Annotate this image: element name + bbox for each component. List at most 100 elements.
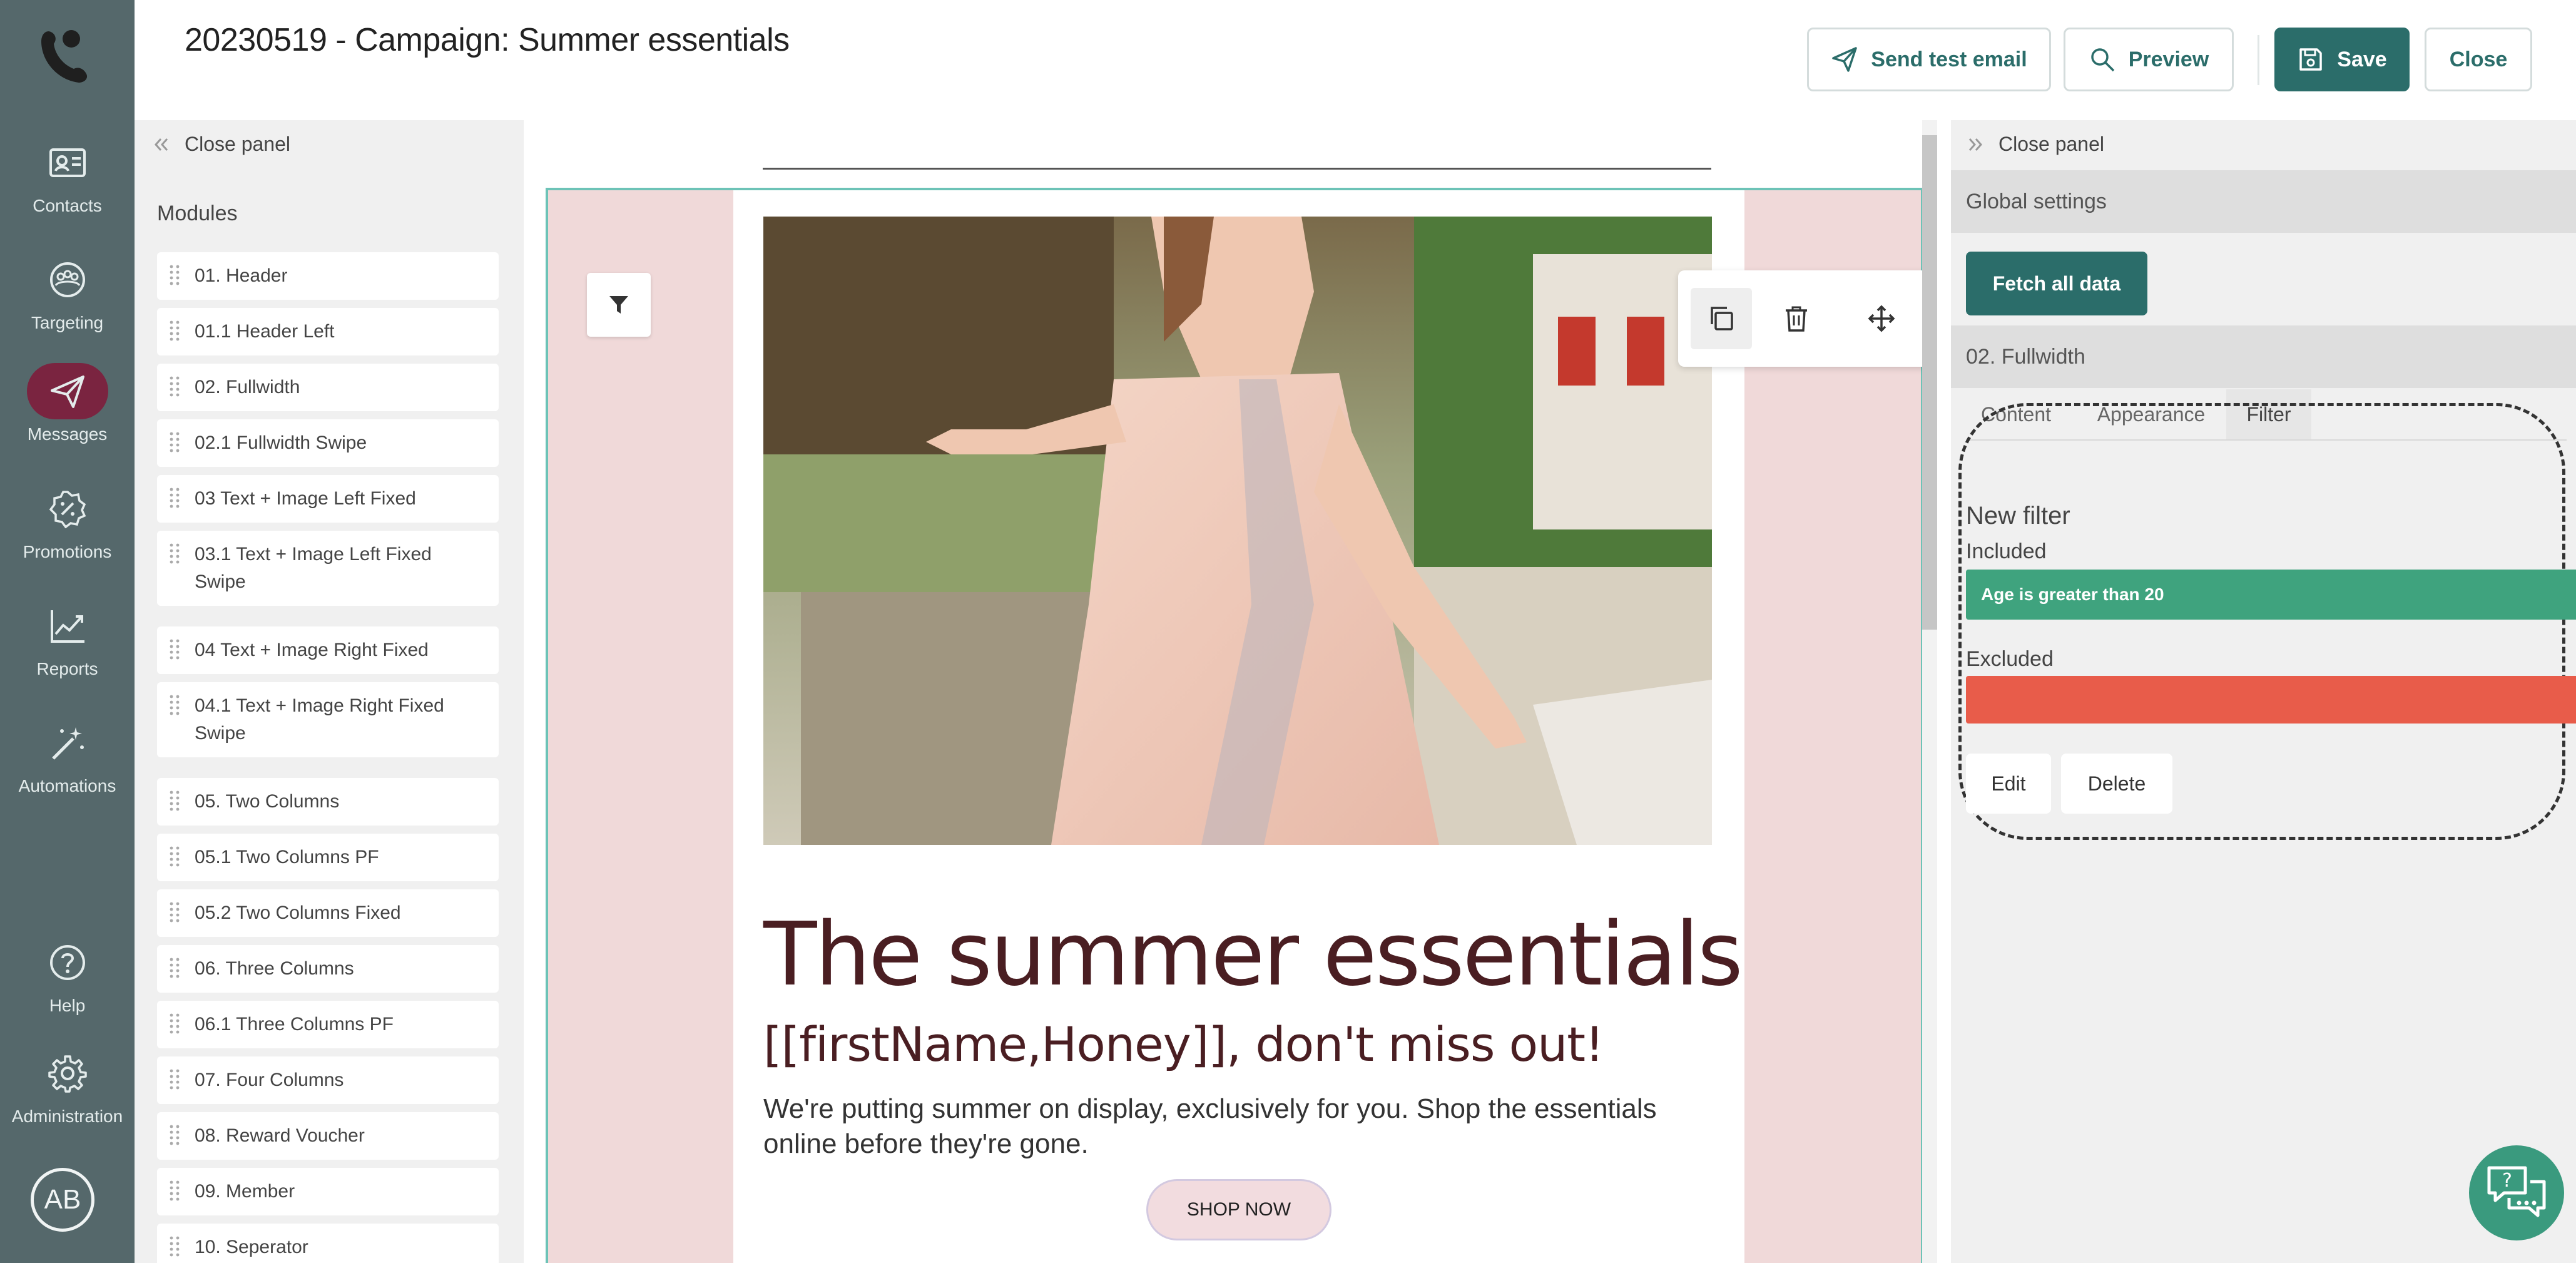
nav-item-help[interactable]: Help <box>0 934 135 1041</box>
included-label: Included <box>1966 539 2047 563</box>
drag-handle-icon[interactable] <box>168 1012 181 1035</box>
top-bar: 20230519 - Campaign: Summer essentials S… <box>135 0 2576 120</box>
email-canvas: The summer essentials [[firstName,Honey]… <box>524 120 1935 1263</box>
module-item[interactable]: 09. Member <box>157 1168 499 1215</box>
nav-item-administration[interactable]: Administration <box>0 1045 135 1152</box>
canvas-scrollbar[interactable] <box>1922 120 1937 1263</box>
nav-item-reports[interactable]: Reports <box>0 598 135 704</box>
main-nav-rail: Contacts Targeting Messages Promotions R… <box>0 0 135 1263</box>
modules-title: Modules <box>157 202 238 225</box>
drag-handle-icon[interactable] <box>168 638 181 660</box>
module-settings-header[interactable]: 02. Fullwidth <box>1951 325 2576 388</box>
module-label: 09. Member <box>195 1181 295 1202</box>
drag-handle-icon[interactable] <box>168 263 181 286</box>
drag-handle-icon[interactable] <box>168 693 181 716</box>
support-chat-button[interactable]: ? <box>2469 1145 2564 1240</box>
module-item[interactable]: 02. Fullwidth <box>157 364 499 411</box>
trash-icon <box>1786 306 1807 332</box>
global-settings-header[interactable]: Global settings <box>1951 170 2576 233</box>
hero-image[interactable] <box>763 217 1712 845</box>
excluded-label: Excluded <box>1966 647 2054 671</box>
delete-block-button[interactable] <box>1766 288 1827 349</box>
module-label: 05.2 Two Columns Fixed <box>195 903 401 923</box>
edit-filter-button[interactable]: Edit <box>1966 754 2051 814</box>
module-label: 01. Header <box>195 265 288 286</box>
email-subheadline[interactable]: [[firstName,Honey]], don't miss out! <box>763 1016 1604 1072</box>
drag-handle-icon[interactable] <box>168 1179 181 1202</box>
nav-label: Administration <box>11 1107 123 1126</box>
module-item[interactable]: 08. Reward Voucher <box>157 1112 499 1160</box>
user-avatar[interactable]: AB <box>31 1168 94 1232</box>
nav-item-automations[interactable]: Automations <box>0 715 135 821</box>
module-label: 01.1 Header Left <box>195 321 335 342</box>
duplicate-block-button[interactable] <box>1691 288 1752 349</box>
drag-handle-icon[interactable] <box>168 431 181 453</box>
module-item[interactable]: 05.2 Two Columns Fixed <box>157 889 499 937</box>
module-item[interactable]: 05. Two Columns <box>157 778 499 826</box>
module-item[interactable]: 01. Header <box>157 252 499 300</box>
drag-handle-icon[interactable] <box>168 1235 181 1257</box>
module-item[interactable]: 03.1 Text + Image Left Fixed Swipe <box>157 531 499 606</box>
drag-handle-icon[interactable] <box>168 319 181 342</box>
move-block-handle[interactable] <box>1851 288 1912 349</box>
drag-handle-icon[interactable] <box>168 1068 181 1090</box>
close-left-panel-button[interactable]: Close panel <box>152 133 290 156</box>
module-item[interactable]: 02.1 Fullwidth Swipe <box>157 419 499 467</box>
nav-item-targeting[interactable]: Targeting <box>0 252 135 358</box>
move-arrows-icon <box>1868 305 1895 332</box>
brand-logo-icon[interactable] <box>33 25 95 88</box>
module-label: 02.1 Fullwidth Swipe <box>195 432 367 453</box>
module-item[interactable]: 04 Text + Image Right Fixed <box>157 626 499 674</box>
funnel-icon <box>609 296 628 314</box>
excluded-rule-bar[interactable] <box>1966 676 2576 724</box>
module-label: 07. Four Columns <box>195 1070 344 1090</box>
page-title: 20230519 - Campaign: Summer essentials <box>185 22 790 58</box>
nav-item-promotions[interactable]: Promotions <box>0 481 135 587</box>
nav-item-contacts[interactable]: Contacts <box>0 135 135 241</box>
close-button[interactable]: Close <box>2425 28 2532 91</box>
module-item[interactable]: 06. Three Columns <box>157 945 499 993</box>
fetch-all-data-button[interactable]: Fetch all data <box>1966 252 2147 315</box>
save-button[interactable]: Save <box>2274 28 2410 91</box>
shop-now-button[interactable]: SHOP NOW <box>1146 1179 1331 1240</box>
module-item[interactable]: 05.1 Two Columns PF <box>157 834 499 881</box>
nav-label: Automations <box>18 776 116 795</box>
preview-label: Preview <box>2128 47 2209 71</box>
nav-item-messages[interactable]: Messages <box>0 363 135 469</box>
module-item[interactable]: 07. Four Columns <box>157 1056 499 1104</box>
module-item[interactable]: 03 Text + Image Left Fixed <box>157 475 499 523</box>
drag-handle-icon[interactable] <box>168 486 181 509</box>
drag-handle-icon[interactable] <box>168 1123 181 1146</box>
svg-text:?: ? <box>2502 1170 2512 1192</box>
drag-handle-icon[interactable] <box>168 845 181 867</box>
module-item[interactable]: 06.1 Three Columns PF <box>157 1001 499 1048</box>
module-item[interactable]: 04.1 Text + Image Right Fixed Swipe <box>157 682 499 757</box>
gear-icon <box>27 1045 108 1102</box>
module-item[interactable]: 10. Seperator <box>157 1224 499 1263</box>
drag-handle-icon[interactable] <box>168 542 181 565</box>
delete-filter-button[interactable]: Delete <box>2061 754 2172 814</box>
drag-handle-icon[interactable] <box>168 789 181 812</box>
preview-button[interactable]: Preview <box>2064 28 2234 91</box>
close-label: Close <box>2449 47 2508 71</box>
email-headline[interactable]: The summer essentials <box>763 904 1743 1006</box>
module-item[interactable]: 01.1 Header Left <box>157 308 499 355</box>
module-label: 08. Reward Voucher <box>195 1125 365 1146</box>
canvas-scroll-thumb[interactable] <box>1922 135 1937 630</box>
drag-handle-icon[interactable] <box>168 956 181 979</box>
module-label: 05.1 Two Columns PF <box>195 847 379 867</box>
module-label: 04 Text + Image Right Fixed <box>195 640 429 660</box>
included-rule-bar[interactable]: Age is greater than 20 <box>1966 570 2576 620</box>
search-icon <box>2090 48 2114 72</box>
drag-handle-icon[interactable] <box>168 901 181 923</box>
send-test-email-button[interactable]: Send test email <box>1807 28 2051 91</box>
email-body-text[interactable]: We're putting summer on display, exclusi… <box>763 1092 1721 1162</box>
question-circle-icon <box>27 934 108 991</box>
nav-label: Help <box>49 996 86 1015</box>
block-filter-button[interactable] <box>587 273 651 337</box>
selected-fullwidth-block[interactable]: The summer essentials [[firstName,Honey]… <box>546 188 1935 1263</box>
send-test-email-label: Send test email <box>1871 47 2027 71</box>
close-right-panel-button[interactable]: Close panel <box>1966 133 2104 156</box>
double-chevron-left-icon <box>154 138 168 151</box>
drag-handle-icon[interactable] <box>168 375 181 397</box>
